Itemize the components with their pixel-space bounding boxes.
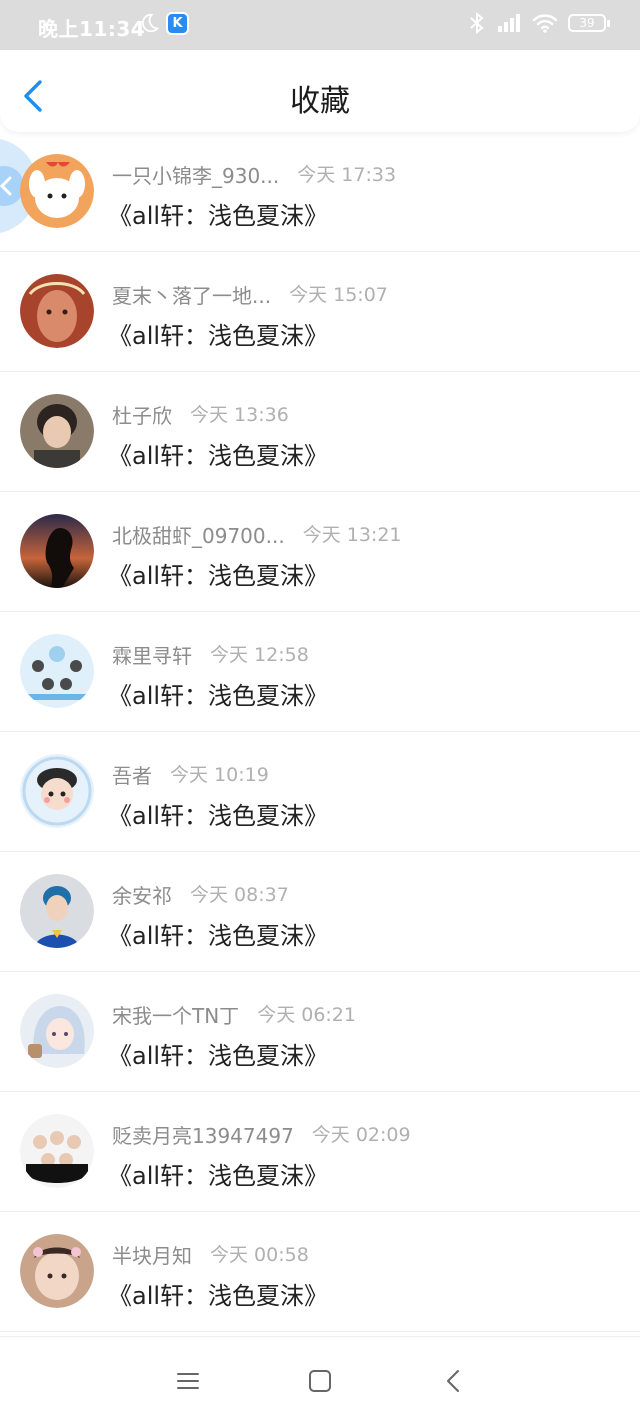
home-square-icon[interactable]	[306, 1367, 334, 1395]
work-title: 《all轩：浅色夏沫》	[108, 442, 329, 470]
work-title: 《all轩：浅色夏沫》	[108, 922, 329, 950]
avatar	[20, 1234, 94, 1308]
user-name: 霖里寻轩	[112, 644, 192, 668]
favorite-row[interactable]: 霖里寻轩 今天 12:58 《all轩：浅色夏沫》	[0, 612, 640, 732]
user-name: 杜子欣	[112, 404, 172, 428]
work-title: 《all轩：浅色夏沫》	[108, 202, 329, 230]
work-title: 《all轩：浅色夏沫》	[108, 682, 329, 710]
favorites-list: 一只小锦李_930... 今天 17:33 《all轩：浅色夏沫》 夏末丶落了一…	[0, 132, 640, 1332]
work-title: 《all轩：浅色夏沫》	[108, 1042, 329, 1070]
row-meta: 杜子欣 今天 13:36	[112, 400, 289, 429]
work-title: 《all轩：浅色夏沫》	[108, 1162, 329, 1190]
work-title: 《all轩：浅色夏沫》	[108, 562, 329, 590]
avatar	[20, 1114, 94, 1188]
app-notification-icon: K	[166, 12, 189, 35]
status-icons: 39	[468, 12, 610, 34]
user-name: 宋我一个TN丁	[112, 1004, 240, 1028]
signal-icon	[498, 14, 520, 32]
user-name: 贬卖月亮13947497	[112, 1124, 294, 1148]
avatar	[20, 634, 94, 708]
favorite-row[interactable]: 北极甜虾_09700... 今天 13:21 《all轩：浅色夏沫》	[0, 492, 640, 612]
row-meta: 吾者 今天 10:19	[112, 760, 269, 789]
user-name: 吾者	[112, 764, 152, 788]
row-meta: 一只小锦李_930... 今天 17:33	[112, 160, 396, 189]
row-meta: 贬卖月亮13947497 今天 02:09	[112, 1120, 411, 1149]
timestamp: 今天 17:33	[297, 164, 397, 186]
avatar	[20, 754, 94, 828]
menu-icon[interactable]	[174, 1367, 202, 1395]
avatar	[20, 274, 94, 348]
battery-icon: 39	[568, 14, 610, 32]
avatar	[20, 394, 94, 468]
work-title: 《all轩：浅色夏沫》	[108, 322, 329, 350]
favorite-row[interactable]: 半块月知 今天 00:58 《all轩：浅色夏沫》	[0, 1212, 640, 1332]
status-time: 晚上11:34	[38, 17, 146, 41]
timestamp: 今天 13:36	[190, 404, 289, 426]
favorite-row[interactable]: 余安祁 今天 08:37 《all轩：浅色夏沫》	[0, 852, 640, 972]
user-name: 夏末丶落了一地...	[112, 284, 272, 308]
timestamp: 今天 06:21	[257, 1004, 356, 1026]
favorite-row[interactable]: 贬卖月亮13947497 今天 02:09 《all轩：浅色夏沫》	[0, 1092, 640, 1212]
nav-back-icon[interactable]	[440, 1367, 468, 1395]
user-name: 北极甜虾_09700...	[112, 524, 285, 548]
timestamp: 今天 08:37	[190, 884, 289, 906]
row-meta: 北极甜虾_09700... 今天 13:21	[112, 520, 402, 549]
row-meta: 余安祁 今天 08:37	[112, 880, 289, 909]
timestamp: 今天 10:19	[170, 764, 269, 786]
wifi-icon	[532, 14, 558, 33]
system-nav-bar	[0, 1336, 640, 1423]
favorite-row[interactable]: 一只小锦李_930... 今天 17:33 《all轩：浅色夏沫》	[0, 132, 640, 252]
timestamp: 今天 15:07	[289, 284, 388, 306]
avatar	[20, 154, 94, 228]
row-meta: 宋我一个TN丁 今天 06:21	[112, 1000, 356, 1029]
favorite-row[interactable]: 宋我一个TN丁 今天 06:21 《all轩：浅色夏沫》	[0, 972, 640, 1092]
timestamp: 今天 13:21	[302, 524, 402, 546]
timestamp: 今天 00:58	[210, 1244, 309, 1266]
bluetooth-icon	[470, 12, 484, 34]
status-bar: 晚上11:34 K 39	[0, 0, 640, 50]
row-meta: 霖里寻轩 今天 12:58	[112, 640, 309, 669]
timestamp: 今天 02:09	[311, 1124, 411, 1146]
favorite-row[interactable]: 杜子欣 今天 13:36 《all轩：浅色夏沫》	[0, 372, 640, 492]
work-title: 《all轩：浅色夏沫》	[108, 1282, 329, 1310]
user-name: 余安祁	[112, 884, 172, 908]
row-meta: 夏末丶落了一地... 今天 15:07	[112, 280, 388, 309]
timestamp: 今天 12:58	[210, 644, 309, 666]
header: 收藏	[0, 50, 640, 132]
user-name: 一只小锦李_930...	[112, 164, 280, 188]
work-title: 《all轩：浅色夏沫》	[108, 802, 329, 830]
moon-icon	[141, 13, 160, 33]
page-title: 收藏	[290, 84, 350, 119]
avatar	[20, 994, 94, 1068]
avatar	[20, 514, 94, 588]
user-name: 半块月知	[112, 1244, 192, 1268]
row-meta: 半块月知 今天 00:58	[112, 1240, 309, 1269]
avatar	[20, 874, 94, 948]
favorite-row[interactable]: 夏末丶落了一地... 今天 15:07 《all轩：浅色夏沫》	[0, 252, 640, 372]
favorite-row[interactable]: 吾者 今天 10:19 《all轩：浅色夏沫》	[0, 732, 640, 852]
